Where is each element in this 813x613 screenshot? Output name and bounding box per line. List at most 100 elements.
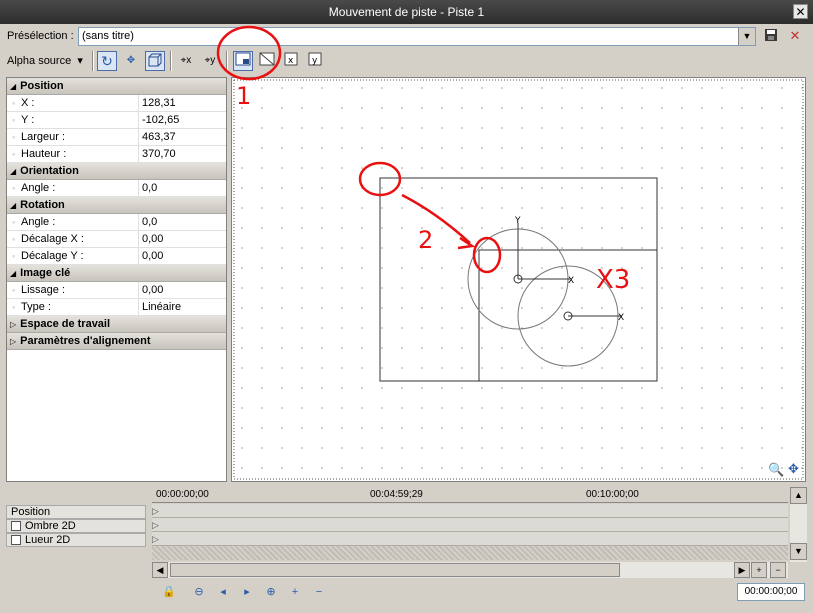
scroll-down-icon[interactable]: ▼ [790, 543, 807, 560]
pan-icon[interactable]: ✥ [788, 461, 799, 477]
prop-key: Lissage : [12, 282, 65, 298]
close-icon[interactable]: ✕ [793, 4, 808, 19]
section-workspace[interactable]: ▷ Espace de travail [7, 316, 226, 333]
section-title: Paramètres d'alignement [20, 335, 151, 347]
expand-triangle-icon[interactable]: ▷ [10, 320, 16, 329]
collapse-triangle-icon[interactable]: ◢ [10, 82, 16, 91]
delete-keyframe-icon[interactable]: − [310, 584, 328, 600]
section-title: Position [20, 80, 64, 92]
annotation-3: X3 [596, 265, 630, 295]
prop-value[interactable]: 0,0 [138, 214, 226, 230]
timeline-lane[interactable]: ▷ [152, 532, 788, 546]
ruler-label: 00:04:59;29 [370, 489, 423, 500]
prop-row-offset-x[interactable]: Décalage X : 0,00 [7, 231, 226, 248]
toolbar-separator [226, 51, 228, 71]
next-keyframe-icon[interactable]: ▸ [238, 584, 256, 600]
zoom-in-icon[interactable]: + [751, 562, 767, 578]
scroll-thumb[interactable] [170, 563, 620, 577]
prop-row-smoothing[interactable]: Lissage : 0,00 [7, 282, 226, 299]
motion-canvas[interactable]: Y X X 2 X3 🔍 ✥ [231, 77, 806, 482]
prop-row-orient-angle[interactable]: Angle : 0,0 [7, 180, 226, 197]
delete-icon[interactable]: ✕ [786, 27, 804, 45]
add-keyframe-icon[interactable]: + [286, 584, 304, 600]
section-keyframe[interactable]: ◢ Image clé [7, 265, 226, 282]
prop-value[interactable]: 128,31 [138, 95, 226, 111]
lock-y-icon[interactable]: ⌖y [200, 51, 220, 71]
track-checkbox[interactable] [11, 521, 21, 532]
prop-row-type[interactable]: Type : Linéaire [7, 299, 226, 316]
section-rotation[interactable]: ◢ Rotation [7, 197, 226, 214]
prop-key: Angle : [12, 214, 55, 230]
collapse-triangle-icon[interactable]: ◢ [10, 201, 16, 210]
timeline-hscroll[interactable]: ◀ ▶ + − [152, 562, 788, 578]
first-keyframe-icon[interactable]: ⊖ [190, 584, 208, 600]
collapse-triangle-icon[interactable]: ◢ [10, 269, 16, 278]
timeline-vscroll[interactable]: ▲ ▼ [790, 487, 807, 562]
toolbar: Alpha source ▾ ↻ ✥ ⌖x ⌖y x y [0, 48, 813, 74]
edit-frame-icon[interactable] [233, 51, 253, 71]
track-glow[interactable]: Lueur 2D [6, 533, 146, 547]
section-orientation[interactable]: ◢ Orientation [7, 163, 226, 180]
prop-value[interactable]: 0,0 [138, 180, 226, 196]
prop-value[interactable]: 0,00 [138, 248, 226, 264]
keyframe-marker-icon[interactable]: ▷ [152, 534, 159, 545]
section-title: Rotation [20, 199, 65, 211]
axis-y-label: Y [514, 216, 521, 226]
scroll-right-icon[interactable]: ▶ [734, 562, 750, 578]
prop-row-y[interactable]: Y : -102,65 [7, 112, 226, 129]
save-icon[interactable] [762, 27, 780, 45]
prev-keyframe-icon[interactable]: ◂ [214, 584, 232, 600]
prop-row-rot-angle[interactable]: Angle : 0,0 [7, 214, 226, 231]
timeline-lane[interactable]: ▷ [152, 518, 788, 532]
section-position[interactable]: ◢ Position [7, 78, 226, 95]
prop-key: Type : [12, 299, 51, 315]
track-label: Position [11, 506, 51, 518]
prop-value[interactable]: -102,65 [138, 112, 226, 128]
prop-value[interactable]: 0,00 [138, 231, 226, 247]
preset-dropdown[interactable]: (sans titre) ▼ [78, 27, 756, 46]
keyframe-marker-icon[interactable]: ▷ [152, 506, 159, 517]
prop-row-height[interactable]: Hauteur : 370,70 [7, 146, 226, 163]
last-keyframe-icon[interactable]: ⊕ [262, 584, 280, 600]
timecode-field[interactable]: 00:00:00;00 [737, 583, 805, 601]
track-position[interactable]: Position [6, 505, 146, 519]
view-frame-icon[interactable] [257, 51, 277, 71]
keyframe-marker-icon[interactable]: ▷ [152, 520, 159, 531]
move-tool-icon[interactable]: ✥ [121, 51, 141, 71]
collapse-triangle-icon[interactable]: ◢ [10, 167, 16, 176]
prop-value[interactable]: 0,00 [138, 282, 226, 298]
canvas-drawing[interactable]: Y X X 2 X3 [232, 78, 805, 481]
lock-icon[interactable]: 🔒 [160, 584, 178, 600]
timeline-ruler[interactable]: 00:00:00;00 00:04:59;29 00:10:00;00 [152, 487, 788, 503]
zoom-out-icon[interactable]: − [770, 562, 786, 578]
preset-label: Présélection : [7, 30, 74, 42]
zoom-icon[interactable]: 🔍 [768, 462, 784, 478]
prop-value[interactable]: 463,37 [138, 129, 226, 145]
alpha-source-dropdown[interactable]: Alpha source ▾ [7, 54, 83, 67]
chevron-down-icon[interactable]: ▼ [738, 28, 755, 45]
section-alignment[interactable]: ▷ Paramètres d'alignement [7, 333, 226, 350]
scroll-up-icon[interactable]: ▲ [790, 487, 807, 504]
preset-value: (sans titre) [82, 30, 134, 42]
prop-row-width[interactable]: Largeur : 463,37 [7, 129, 226, 146]
preset-row: Présélection : (sans titre) ▼ ✕ [0, 24, 813, 48]
section-title: Espace de travail [20, 318, 111, 330]
timeline[interactable]: 00:00:00;00 00:04:59;29 00:10:00;00 ▷ ▷ … [152, 487, 807, 562]
prop-value[interactable]: Linéaire [138, 299, 226, 315]
prop-row-offset-y[interactable]: Décalage Y : 0,00 [7, 248, 226, 265]
x-axis-icon[interactable]: x [281, 51, 301, 71]
section-title: Image clé [20, 267, 71, 279]
timeline-empty-area [152, 546, 788, 560]
track-shadow[interactable]: Ombre 2D [6, 519, 146, 533]
track-checkbox[interactable] [11, 535, 21, 546]
expand-triangle-icon[interactable]: ▷ [10, 337, 16, 346]
timeline-track-list: Position Ombre 2D Lueur 2D [6, 487, 148, 603]
3d-box-icon[interactable] [145, 51, 165, 71]
y-axis-icon[interactable]: y [305, 51, 325, 71]
lock-x-icon[interactable]: ⌖x [176, 51, 196, 71]
rotate-tool-icon[interactable]: ↻ [97, 51, 117, 71]
prop-row-x[interactable]: X : 128,31 [7, 95, 226, 112]
timeline-lane[interactable]: ▷ [152, 504, 788, 518]
prop-value[interactable]: 370,70 [138, 146, 226, 162]
scroll-left-icon[interactable]: ◀ [152, 562, 168, 578]
